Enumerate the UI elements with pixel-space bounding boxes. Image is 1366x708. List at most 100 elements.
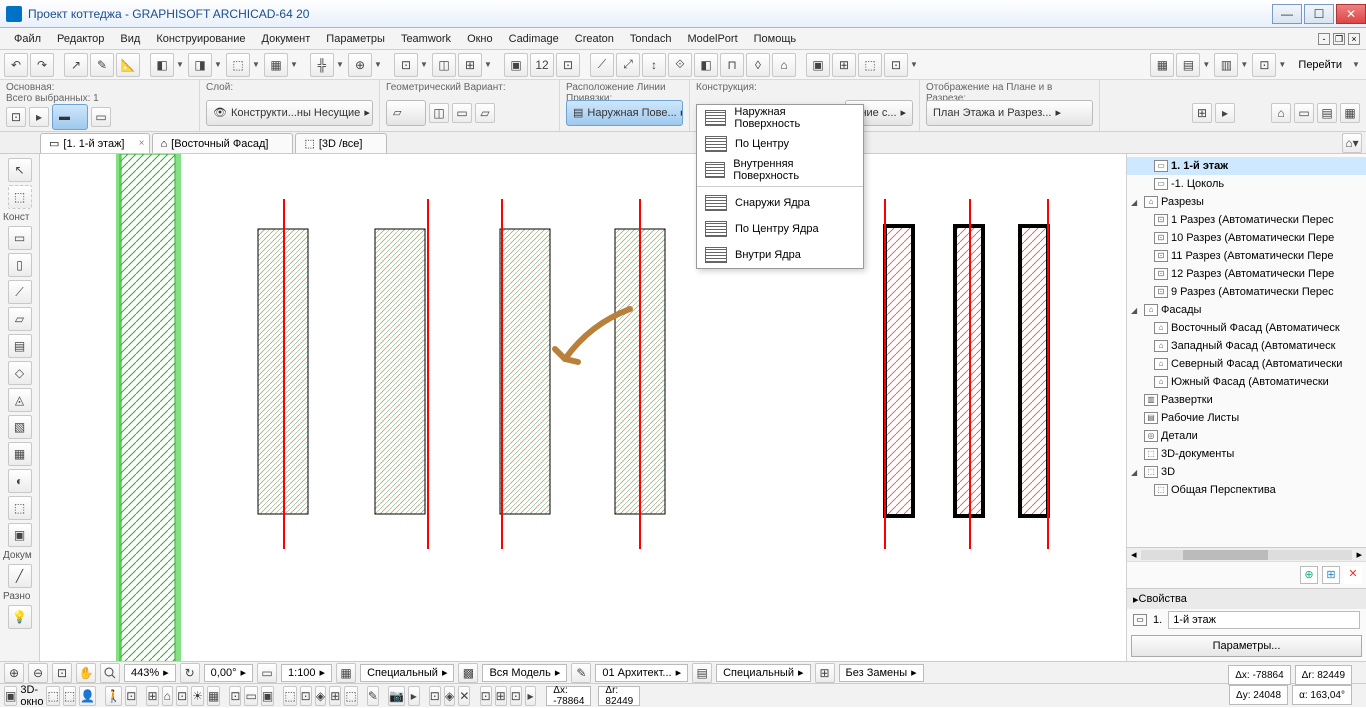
undo-button[interactable]: ↶ [4,53,28,77]
status-icon[interactable]: ▤ [692,663,712,683]
dd-outer[interactable]: Наружная Поверхность [697,105,863,131]
goto-label[interactable]: Перейти [1290,59,1350,71]
bottom-btn[interactable]: ◈ [315,686,327,706]
nav-item[interactable]: ▭1. 1-й этаж [1127,157,1366,175]
zoom-btn[interactable]: ✋ [76,663,96,683]
bottom-btn[interactable]: ⌂ [162,686,174,706]
zone-tool[interactable]: ▣ [8,523,32,547]
tool-btn[interactable]: ⊞ [832,53,856,77]
line-tool[interactable]: ╱ [8,564,32,588]
geom-btn[interactable]: ▱ [386,100,426,126]
menu-modelport[interactable]: ModelPort [680,30,746,48]
tool-btn[interactable]: ⊓ [720,53,744,77]
nav-item[interactable]: ⬚3D-документы [1127,445,1366,463]
status-icon[interactable]: ✎ [571,663,591,683]
nav-item[interactable]: ▭-1. Цоколь [1127,175,1366,193]
bottom-btn[interactable]: 👤 [79,686,96,706]
bottom-btn[interactable]: ⬚ [283,686,296,706]
bottom-btn[interactable]: ◈ [444,686,456,706]
tool-btn[interactable]: ◨ [188,53,212,77]
menu-design[interactable]: Конструирование [148,30,253,48]
menu-edit[interactable]: Редактор [49,30,112,48]
shell-tool[interactable]: ◬ [8,388,32,412]
marquee-tool[interactable]: ⬚ [8,185,32,209]
tool-btn[interactable]: ▣ [504,53,528,77]
status-icon[interactable]: ▦ [336,663,356,683]
tool-btn[interactable]: ▦ [264,53,288,77]
bottom-btn[interactable]: ⊞ [495,686,507,706]
status-combo[interactable]: 01 Архитект... ▸ [595,664,688,682]
geom-btn[interactable]: ▱ [475,103,495,123]
tool-btn[interactable]: ◊ [746,53,770,77]
bottom-btn[interactable]: ▣ [4,686,17,706]
bottom-btn[interactable]: ✕ [458,686,470,706]
minimize-button[interactable]: — [1272,4,1302,24]
snap-button[interactable]: ⊕ [348,53,372,77]
nav-btn[interactable]: ▤ [1317,103,1337,123]
nav-item[interactable]: ⌂Южный Фасад (Автоматически [1127,373,1366,391]
menu-options[interactable]: Параметры [318,30,393,48]
arrow-tool[interactable]: ↖ [8,158,32,182]
bottom-btn[interactable]: ▭ [244,686,257,706]
tool-btn[interactable]: ▥ [1214,53,1238,77]
dd-center[interactable]: По Центру [697,131,863,157]
curtain-tool[interactable]: ▦ [8,442,32,466]
nav-item[interactable]: ⊡10 Разрез (Автоматически Пере [1127,229,1366,247]
wall-tool-icon[interactable]: ▬ [52,104,88,130]
measure-button[interactable]: 📐 [116,53,140,77]
dd-inner[interactable]: Внутренняя Поверхность [697,157,863,183]
slab-tool[interactable]: ▱ [8,307,32,331]
tool-btn[interactable]: ⊡ [884,53,908,77]
tool-btn[interactable]: ◧ [150,53,174,77]
dd-core-center[interactable]: По Центру Ядра [697,216,863,242]
nav-btn[interactable]: ⌂ [1271,103,1291,123]
menu-teamwork[interactable]: Teamwork [393,30,459,48]
sel-btn[interactable]: ⊡ [6,107,26,127]
tool-btn[interactable]: ⊞ [458,53,482,77]
tool-btn[interactable]: ⌂ [772,53,796,77]
refline-combo[interactable]: ▤ Наружная Пове... ▸ [566,100,683,126]
orient-btn[interactable]: ↻ [180,663,200,683]
nav-item[interactable]: ⊡11 Разрез (Автоматически Пере [1127,247,1366,265]
tool-btn[interactable]: ▣ [806,53,830,77]
tool-btn[interactable]: ▤ [1176,53,1200,77]
geom-btn[interactable]: ▭ [452,103,472,123]
nav-item[interactable]: ⌂Северный Фасад (Автоматически [1127,355,1366,373]
tool-btn[interactable]: ⬚ [858,53,882,77]
tree-add[interactable]: ⊞ [1322,566,1340,584]
nav-item[interactable]: ⬚Общая Перспектива [1127,481,1366,499]
scale-value[interactable]: 1:100 ▸ [281,664,332,682]
bottom-btn[interactable]: 🚶 [105,686,122,706]
object-tool[interactable]: ⬚ [8,496,32,520]
tree-new[interactable]: ⊕ [1300,566,1318,584]
bottom-btn[interactable]: ▸ [525,686,537,706]
lamp-tool[interactable]: 💡 [8,605,32,629]
zoom-value[interactable]: 443% ▸ [124,664,176,682]
nav-item[interactable]: ⌂Западный Фасад (Автоматическ [1127,337,1366,355]
tool-btn[interactable]: ⊡ [556,53,580,77]
settings-button[interactable]: Параметры... [1131,635,1362,657]
sel-btn[interactable]: ▭ [91,107,111,127]
tool-btn[interactable]: ◧ [694,53,718,77]
menu-creaton[interactable]: Creaton [567,30,622,48]
bottom-btn[interactable]: ⊞ [146,686,158,706]
bottom-btn[interactable]: ✎ [367,686,379,706]
nav-btn[interactable]: ▦ [1340,103,1360,123]
menu-file[interactable]: Файл [6,30,49,48]
drawing-canvas[interactable] [40,154,1126,661]
tab-3d[interactable]: ⬚ [3D /все] [295,133,387,153]
prop-name-input[interactable] [1168,611,1360,629]
display-combo[interactable]: План Этажа и Разрез... ▸ [926,100,1093,126]
tab-nav[interactable]: ⌂▾ [1342,133,1362,153]
tool-btn[interactable]: ◫ [432,53,456,77]
bottom-btn[interactable]: ⬚ [344,686,357,706]
nav-btn[interactable]: ⊞ [1192,103,1212,123]
nav-group[interactable]: ◢⬚3D [1127,463,1366,481]
doc-close[interactable]: × [1348,33,1360,45]
doc-restore[interactable]: ❐ [1333,33,1345,45]
menu-window[interactable]: Окно [459,30,501,48]
tool-btn[interactable]: ⊡ [394,53,418,77]
nav-group[interactable]: ◢⌂Фасады [1127,301,1366,319]
bottom-btn[interactable]: ☀ [191,686,204,706]
tab-elevation[interactable]: ⌂ [Восточный Фасад] [152,133,294,153]
